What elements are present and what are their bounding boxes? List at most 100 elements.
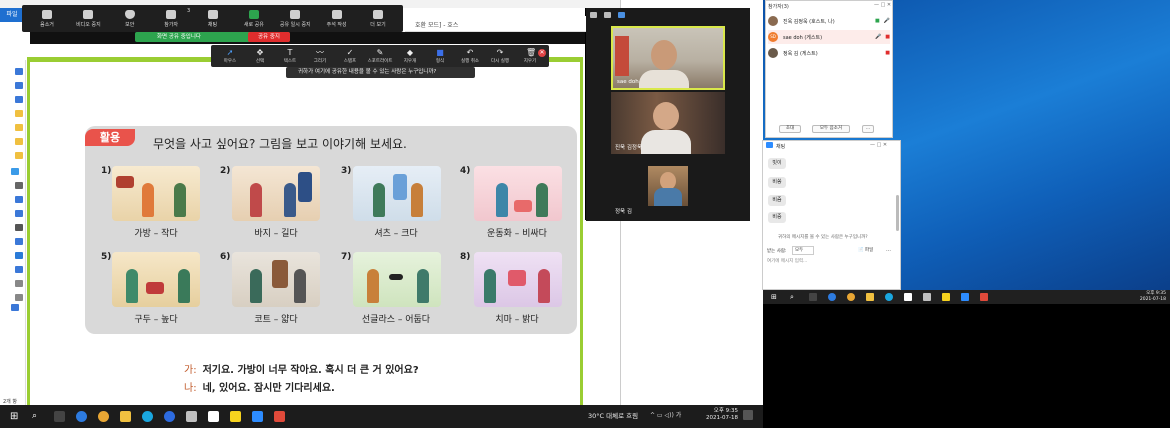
more-options-button[interactable]: ... — [862, 125, 874, 133]
weather-tray[interactable]: 30°C 대체로 흐림 — [588, 410, 638, 420]
security-button[interactable]: 보안 — [111, 9, 149, 28]
folder-icon[interactable] — [15, 82, 23, 89]
participant-row[interactable]: 정욱 김 (게스트) ■ — [768, 46, 890, 60]
window-controls[interactable]: — □ ✕ — [870, 142, 887, 148]
file-explorer-icon[interactable] — [866, 293, 874, 301]
folder-icon[interactable] — [15, 124, 23, 131]
powerpoint-icon[interactable] — [274, 411, 285, 422]
app-icon[interactable] — [164, 411, 175, 422]
video-tile[interactable]: 진욱 김정욱 — [611, 92, 725, 154]
folder-icon[interactable] — [15, 196, 23, 203]
stop-video-button[interactable]: 비디오 중지 — [69, 9, 107, 28]
start-icon[interactable]: ⊞ — [10, 411, 21, 422]
drive-icon[interactable] — [15, 280, 23, 287]
chat-more-button[interactable]: … — [886, 247, 891, 253]
chat-visibility-notice[interactable]: 귀하의 메시지를 볼 수 있는 사람은 누구입니까? — [778, 234, 868, 240]
invite-button[interactable]: 초대 — [779, 125, 801, 133]
chat-recipient-select[interactable]: 모두 — [792, 246, 814, 255]
participant-row[interactable]: 진욱 김정욱 (호스트, 나) ■ 🎤 — [768, 14, 890, 28]
annot-mouse-button[interactable]: ➚ 마우스 — [215, 48, 245, 64]
new-share-label: 새로 공유 — [243, 21, 264, 28]
chat-button[interactable]: 채팅 — [194, 9, 232, 28]
stop-share-button[interactable]: 공유 중지 — [248, 32, 290, 42]
gallery-view-icon[interactable] — [618, 12, 625, 18]
item-number: 6) — [220, 252, 231, 262]
speaker-view-icon[interactable] — [604, 12, 611, 18]
folder-icon[interactable] — [15, 138, 23, 145]
video-name: 정욱 김 — [615, 209, 632, 215]
annot-spotlight-button[interactable]: ✎ 스포트라이트 — [365, 48, 395, 64]
notification-icon[interactable] — [743, 410, 753, 420]
pc-icon[interactable] — [15, 182, 23, 189]
participants-button[interactable]: 참가자 — [152, 9, 190, 28]
annotate-button[interactable]: 주석 작성 — [318, 9, 356, 28]
search-icon[interactable]: ⌕ — [790, 293, 798, 301]
drive-icon[interactable] — [15, 294, 23, 301]
participants-count: 3 — [187, 8, 191, 14]
videos-icon[interactable] — [15, 266, 23, 273]
new-share-button[interactable]: 새로 공유 — [235, 9, 273, 28]
annot-select-button[interactable]: ✥ 선택 — [245, 48, 275, 64]
chat-scrollbar[interactable] — [896, 195, 899, 231]
downloads-icon[interactable] — [15, 238, 23, 245]
edge-new-icon[interactable] — [885, 293, 893, 301]
app-icon[interactable] — [208, 411, 219, 422]
task-view-icon[interactable] — [809, 293, 817, 301]
start-icon[interactable]: ⊞ — [771, 293, 779, 301]
share-visibility-notice[interactable]: 귀하가 여기에 공유한 내용을 볼 수 있는 사람은 누구입니까? — [286, 67, 475, 78]
taskbar-clock[interactable]: 오후 9:35 2021-07-18 — [700, 408, 738, 422]
chat-icon — [207, 9, 218, 19]
chrome-icon[interactable] — [847, 293, 855, 301]
annot-undo-button[interactable]: ↶ 실행 취소 — [455, 48, 485, 64]
video-tile[interactable]: sae doh — [611, 26, 725, 90]
annot-redo-button[interactable]: ↷ 다시 실행 — [485, 48, 515, 64]
edge-icon[interactable] — [828, 293, 836, 301]
app-icon[interactable] — [923, 293, 931, 301]
zoom-icon[interactable] — [961, 293, 969, 301]
folder-icon[interactable] — [15, 210, 23, 217]
search-icon[interactable]: ⌕ — [32, 411, 43, 422]
participant-name: 정욱 김 (게스트) — [783, 50, 818, 57]
network-icon[interactable] — [11, 304, 19, 311]
item-number: 5) — [101, 252, 112, 262]
app-icon[interactable] — [186, 411, 197, 422]
cloud-icon[interactable] — [11, 168, 19, 175]
participant-row[interactable]: SD sae doh (게스트) 🎤 ■ — [768, 30, 890, 44]
edge-new-icon[interactable] — [142, 411, 153, 422]
system-tray-icons[interactable]: ^ ▭ ◁)) 가 — [650, 410, 681, 419]
more-button[interactable]: 더 보기 — [359, 9, 397, 28]
explorer-file-tab[interactable]: 파일 — [0, 8, 24, 22]
annot-eraser-button[interactable]: ◆ 지우개 — [395, 48, 425, 64]
annot-text-button[interactable]: T 텍스트 — [275, 48, 305, 64]
file-explorer-icon[interactable] — [120, 411, 131, 422]
folder-icon[interactable] — [15, 152, 23, 159]
task-view-icon[interactable] — [54, 411, 65, 422]
mute-button[interactable]: 음소거 — [28, 9, 66, 28]
folder-icon[interactable] — [15, 96, 23, 103]
kakaotalk-icon[interactable] — [230, 411, 241, 422]
folder-icon[interactable] — [15, 110, 23, 117]
annot-draw-button[interactable]: 〰 그리기 — [305, 48, 335, 64]
powerpoint-icon[interactable] — [980, 293, 988, 301]
chat-label: 채팅 — [207, 21, 218, 28]
annot-stamp-button[interactable]: ✓ 스탬프 — [335, 48, 365, 64]
chat-message-input[interactable]: 여기에 메시지 입력... — [767, 258, 897, 268]
window-controls[interactable]: — □ ✕ — [874, 2, 891, 8]
taskbar-clock-secondary[interactable]: 오후 9:35 2021-07-18 — [1128, 291, 1166, 302]
music-icon[interactable] — [15, 252, 23, 259]
annot-format-button[interactable]: ■ 형식 — [425, 48, 455, 64]
pause-share-button[interactable]: 공유 일시 중지 — [276, 9, 314, 28]
chat-file-button[interactable]: 📄 파일 — [858, 247, 873, 253]
item-caption: 치마 – 밝다 — [495, 315, 539, 325]
annotation-close-button[interactable]: ✕ — [538, 49, 546, 57]
zoom-icon[interactable] — [252, 411, 263, 422]
kakaotalk-icon[interactable] — [942, 293, 950, 301]
folder-icon[interactable] — [15, 68, 23, 75]
app-icon[interactable] — [904, 293, 912, 301]
mute-all-button[interactable]: 모두 음소거 — [812, 125, 850, 133]
edge-icon[interactable] — [76, 411, 87, 422]
chrome-icon[interactable] — [98, 411, 109, 422]
video-tile[interactable] — [648, 166, 688, 206]
collapse-icon[interactable] — [590, 12, 597, 18]
documents-icon[interactable] — [15, 224, 23, 231]
